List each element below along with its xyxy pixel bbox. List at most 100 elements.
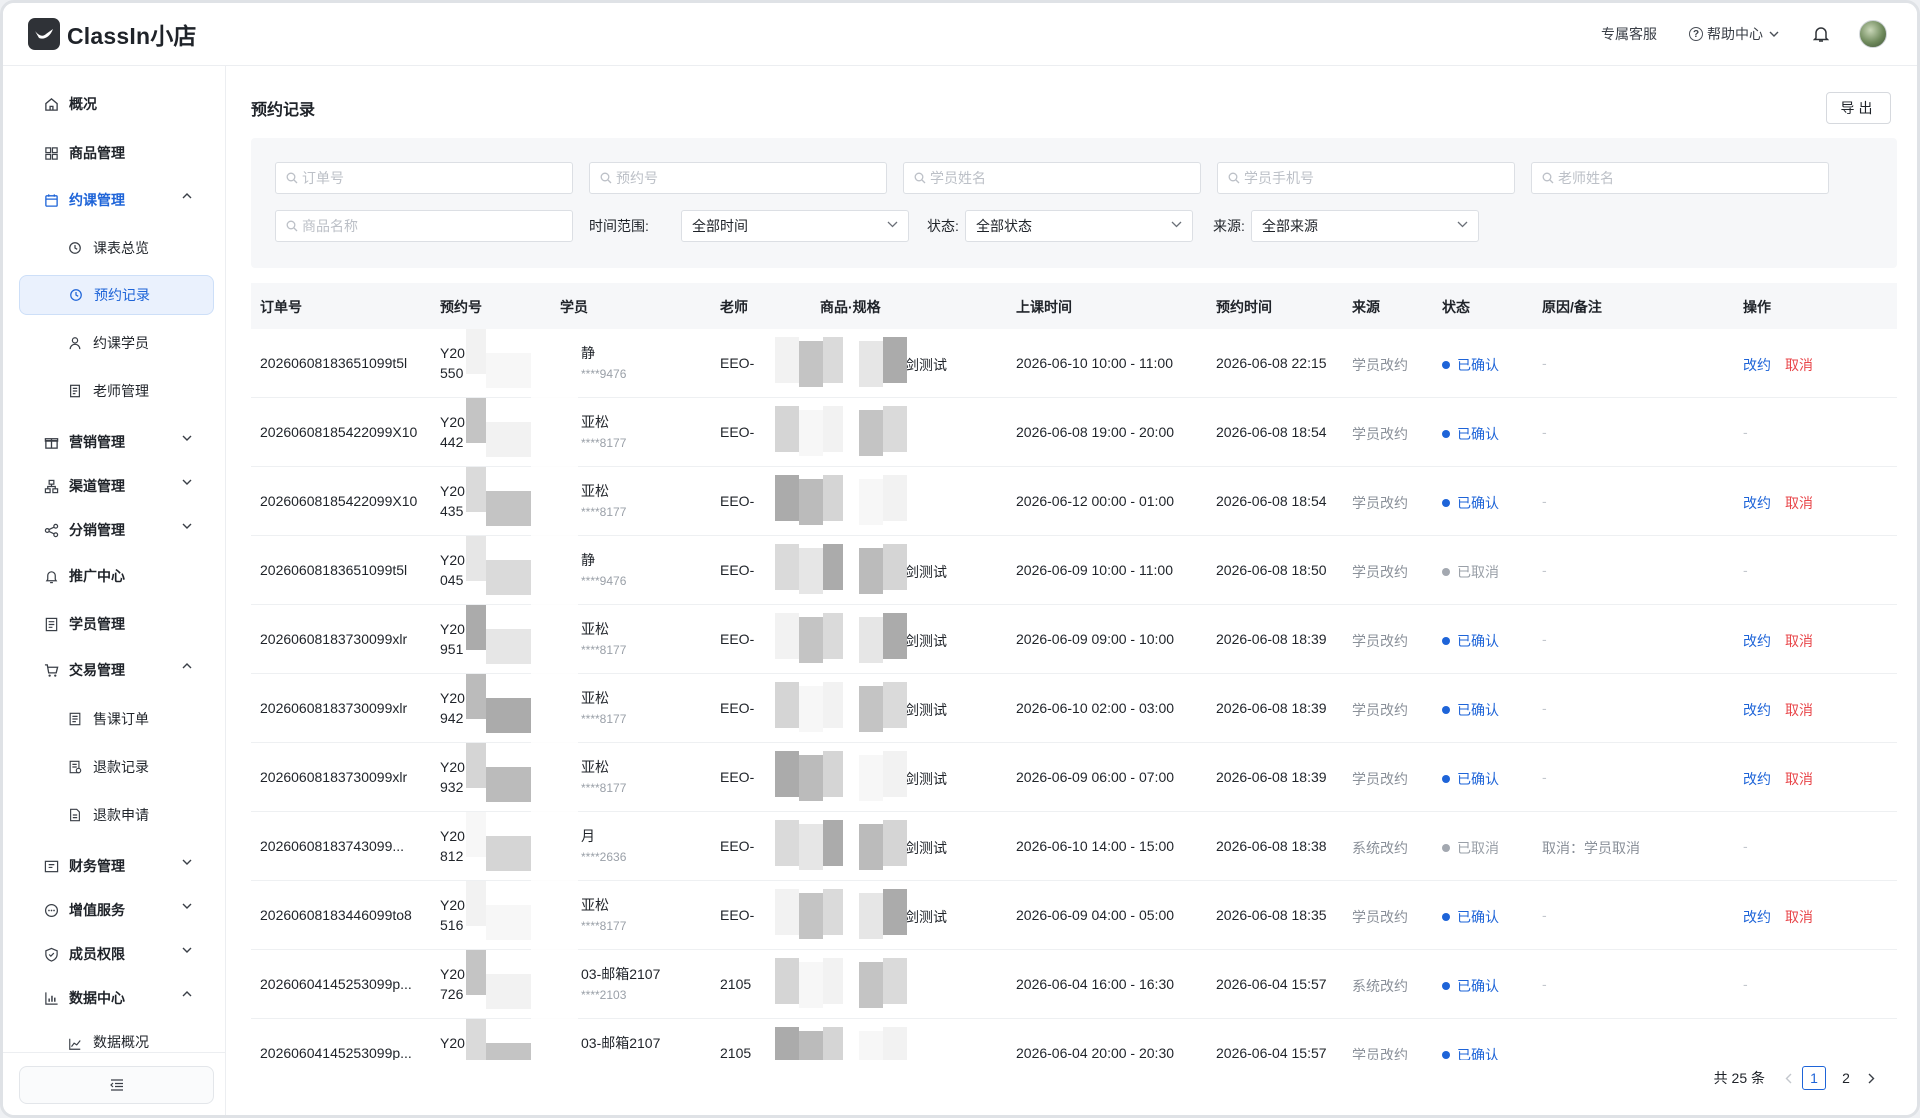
- sidebar-item-label: 学员管理: [69, 616, 125, 632]
- sidebar-item-promotion[interactable]: 推广中心: [19, 556, 214, 596]
- booking-number-input[interactable]: 预约号: [589, 162, 887, 194]
- class-time: 2026-06-10 10:00 - 11:00: [1016, 355, 1173, 371]
- cancel-link[interactable]: 取消: [1785, 495, 1813, 511]
- pagination: 共 25 条 1 2: [1714, 1066, 1881, 1090]
- sidebar-item-booking-students[interactable]: 约课学员: [19, 323, 214, 363]
- reschedule-link[interactable]: 改约: [1743, 633, 1771, 649]
- product-name-input[interactable]: 商品名称: [275, 210, 573, 242]
- sidebar-item-permissions[interactable]: 成员权限: [19, 934, 214, 974]
- booking-time: 2026-06-08 18:35: [1216, 907, 1327, 923]
- share-icon: [43, 522, 59, 538]
- redaction-mosaic: [466, 536, 578, 605]
- avatar[interactable]: [1859, 20, 1887, 48]
- sidebar-divider: [3, 1052, 225, 1053]
- status-dot: [1442, 637, 1450, 645]
- column-header: 操作: [1743, 299, 1771, 315]
- sidebar-item-sales-orders[interactable]: 售课订单: [19, 699, 214, 739]
- cancel-link[interactable]: 取消: [1785, 771, 1813, 787]
- page-1-button[interactable]: 1: [1802, 1066, 1826, 1090]
- search-icon: [1228, 172, 1240, 184]
- teacher-name: EEO-: [720, 838, 755, 854]
- reason-note: -: [1542, 562, 1547, 578]
- sidebar-item-label: 数据概况: [93, 1034, 149, 1050]
- bell-icon[interactable]: [1813, 25, 1829, 43]
- teacher-name: EEO-: [720, 562, 755, 578]
- customer-service-link[interactable]: 专属客服: [1601, 24, 1657, 44]
- source: 学员改约: [1352, 702, 1408, 718]
- app-logo[interactable]: ClassIn小店: [28, 17, 197, 51]
- cancel-link[interactable]: 取消: [1785, 357, 1813, 373]
- sidebar-item-label: 分销管理: [69, 522, 125, 538]
- student-phone-placeholder: 学员手机号: [1244, 170, 1314, 186]
- student-name: 亚松: [581, 483, 609, 499]
- student-name: 月: [581, 828, 595, 844]
- sidebar-item-label: 约课学员: [93, 335, 149, 351]
- student-name-input[interactable]: 学员姓名: [903, 162, 1201, 194]
- time-range-select[interactable]: 全部时间: [681, 210, 909, 242]
- chevron-down-icon: [182, 859, 192, 865]
- booking-number: Y20 942: [440, 688, 465, 728]
- page-2-button[interactable]: 2: [1834, 1066, 1858, 1090]
- export-button[interactable]: 导出: [1826, 92, 1891, 124]
- cancel-link[interactable]: 取消: [1785, 633, 1813, 649]
- sidebar-item-teachers[interactable]: 老师管理: [19, 371, 214, 411]
- sidebar-item-data-center[interactable]: 数据中心: [19, 978, 214, 1018]
- next-page-button[interactable]: [1868, 1073, 1875, 1084]
- status-dot: [1442, 430, 1450, 438]
- collapse-sidebar-button[interactable]: [19, 1066, 214, 1104]
- sidebar-item-distribution[interactable]: 分销管理: [19, 510, 214, 550]
- total-count: 共 25 条: [1713, 1070, 1765, 1086]
- sidebar-item-refund-requests[interactable]: 退款申请: [19, 795, 214, 835]
- chevron-down-icon: [182, 435, 192, 441]
- teacher-name-input[interactable]: 老师姓名: [1531, 162, 1829, 194]
- chevron-down-icon: [182, 479, 192, 485]
- table-row: 20260604145253099p... Y20 03-邮箱2107 2105…: [251, 1019, 1897, 1060]
- reschedule-link[interactable]: 改约: [1743, 909, 1771, 925]
- chevron-down-icon: [182, 523, 192, 529]
- sidebar-item-products[interactable]: 商品管理: [19, 133, 214, 173]
- reschedule-link[interactable]: 改约: [1743, 357, 1771, 373]
- booking-number-line2: 951: [440, 641, 464, 657]
- status-text: 已确认: [1457, 1047, 1499, 1060]
- student-cell: 亚松 ****8177: [581, 619, 626, 660]
- booking-number: Y20 045: [440, 550, 465, 590]
- class-time: 2026-06-10 02:00 - 03:00: [1016, 700, 1175, 716]
- status-select[interactable]: 全部状态: [965, 210, 1193, 242]
- reason-note: -: [1542, 976, 1547, 992]
- booking-number-line1: Y20: [440, 966, 465, 982]
- cancel-link[interactable]: 取消: [1785, 909, 1813, 925]
- sidebar-item-overview[interactable]: 概况: [19, 84, 214, 124]
- sidebar-item-refund-records[interactable]: 退款记录: [19, 747, 214, 787]
- cancel-link[interactable]: 取消: [1785, 702, 1813, 718]
- reschedule-link[interactable]: 改约: [1743, 771, 1771, 787]
- sidebar-item-students[interactable]: 学员管理: [19, 604, 214, 644]
- student-name: 亚松: [581, 759, 609, 775]
- sidebar-item-marketing[interactable]: 营销管理: [19, 422, 214, 462]
- gift-icon: [43, 434, 59, 450]
- search-icon: [286, 220, 298, 232]
- sidebar-item-label: 渠道管理: [69, 478, 125, 494]
- help-center-menu[interactable]: ? 帮助中心: [1689, 24, 1779, 44]
- column-header: 上课时间: [1016, 299, 1072, 315]
- order-number-input[interactable]: 订单号: [275, 162, 573, 194]
- table-row: 20260608185422099X10 Y20 435 亚松 ****8177 E…: [251, 467, 1897, 536]
- sidebar-item-booking-records[interactable]: 预约记录: [19, 275, 214, 315]
- sidebar-item-data-overview[interactable]: 数据概况: [19, 1026, 214, 1052]
- sidebar-item-channels[interactable]: 渠道管理: [19, 466, 214, 506]
- sidebar-item-booking[interactable]: 约课管理: [19, 180, 214, 220]
- operation-empty: -: [1743, 562, 1748, 578]
- source: 学员改约: [1352, 909, 1408, 925]
- prev-page-button[interactable]: [1785, 1073, 1792, 1084]
- reschedule-link[interactable]: 改约: [1743, 495, 1771, 511]
- sidebar-item-finance[interactable]: 财务管理: [19, 846, 214, 886]
- sidebar-item-transactions[interactable]: 交易管理: [19, 650, 214, 690]
- redaction-mosaic: [466, 950, 578, 1019]
- sidebar-item-schedule[interactable]: 课表总览: [19, 228, 214, 268]
- redaction-mosaic: [775, 812, 921, 881]
- student-phone-input[interactable]: 学员手机号: [1217, 162, 1515, 194]
- sidebar-item-value-added[interactable]: 增值服务: [19, 890, 214, 930]
- reschedule-link[interactable]: 改约: [1743, 702, 1771, 718]
- status-badge: 已取消: [1442, 838, 1499, 858]
- source-select[interactable]: 全部来源: [1251, 210, 1479, 242]
- column-header: 原因/备注: [1542, 299, 1602, 315]
